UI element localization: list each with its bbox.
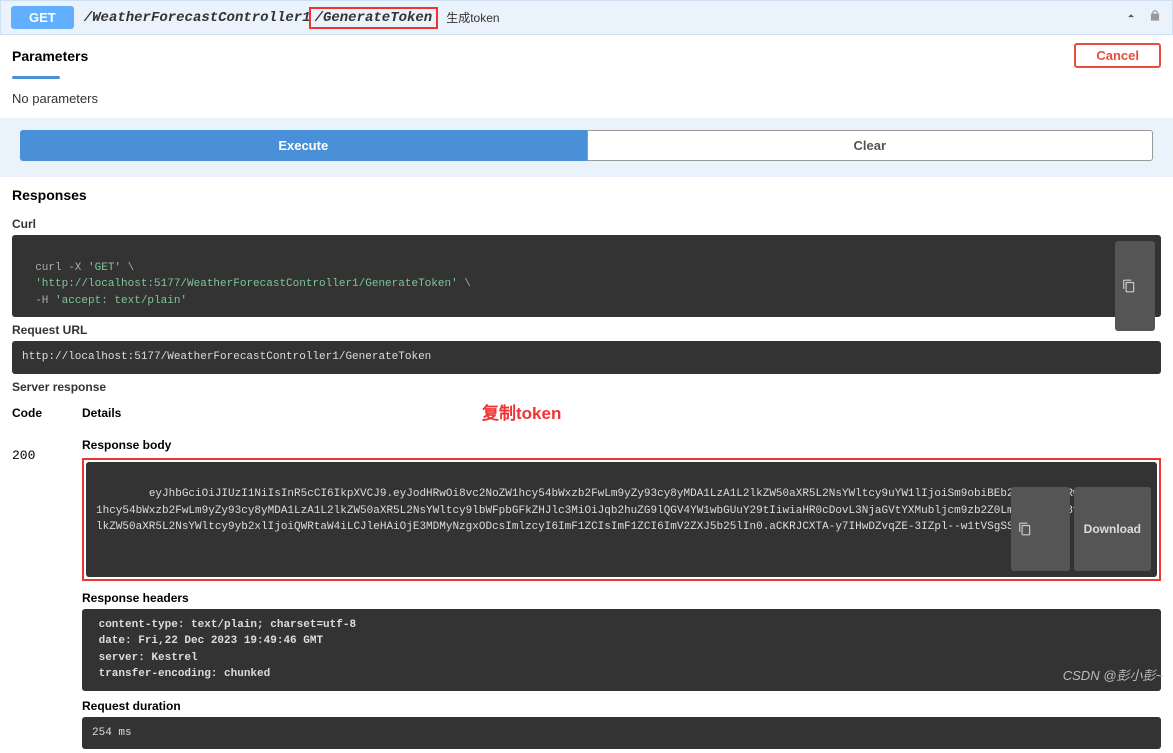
response-headers-block: content-type: text/plain; charset=utf-8 … <box>82 609 1161 691</box>
lock-icon[interactable] <box>1148 9 1162 26</box>
server-response-label: Server response <box>0 374 1173 398</box>
execute-button[interactable]: Execute <box>20 130 587 161</box>
parameters-heading: Parameters <box>12 48 88 64</box>
no-parameters-text: No parameters <box>0 79 1173 118</box>
response-table-header: Code Details 复制token <box>0 398 1173 426</box>
endpoint-path-highlighted: /GenerateToken <box>309 7 439 29</box>
details-column-header: Details 复制token <box>82 406 1161 420</box>
watermark: CSDN @彭小彭~ <box>1063 665 1163 684</box>
responses-heading: Responses <box>12 187 1161 203</box>
operation-header[interactable]: GET /WeatherForecastController1 /Generat… <box>0 0 1173 35</box>
response-headers-label: Response headers <box>82 583 1161 609</box>
responses-section-header: Responses <box>0 177 1173 211</box>
request-duration-label: Request duration <box>82 691 1161 717</box>
copy-body-icon[interactable] <box>1011 487 1069 571</box>
download-button[interactable]: Download <box>1074 487 1151 571</box>
clear-button[interactable]: Clear <box>587 130 1154 161</box>
http-method-badge: GET <box>11 6 74 29</box>
copy-token-annotation: 复制token <box>482 399 561 424</box>
copy-icon[interactable] <box>1115 241 1155 331</box>
parameters-section-header: Parameters Cancel <box>0 35 1173 76</box>
request-url-block: http://localhost:5177/WeatherForecastCon… <box>12 341 1161 374</box>
response-body-block: eyJhbGciOiJIUzI1NiIsInR5cCI6IkpXVCJ9.eyJ… <box>86 462 1157 577</box>
request-duration-block: 254 ms <box>82 717 1161 750</box>
cancel-button[interactable]: Cancel <box>1074 43 1161 68</box>
response-body-highlight: eyJhbGciOiJIUzI1NiIsInR5cCI6IkpXVCJ9.eyJ… <box>82 458 1161 581</box>
code-column-header: Code <box>12 406 82 420</box>
status-code: 200 <box>12 430 82 750</box>
chevron-up-icon[interactable] <box>1124 9 1138 26</box>
endpoint-summary: 生成token <box>446 9 499 26</box>
action-button-row: Execute Clear <box>0 118 1173 177</box>
curl-code-block: curl -X 'GET' \ 'http://localhost:5177/W… <box>12 235 1161 317</box>
response-row: 200 Response body eyJhbGciOiJIUzI1NiIsIn… <box>0 426 1173 753</box>
endpoint-path-prefix: /WeatherForecastController1 <box>84 10 311 26</box>
response-body-label: Response body <box>82 430 1161 456</box>
curl-label: Curl <box>0 211 1173 235</box>
request-url-label: Request URL <box>0 317 1173 341</box>
